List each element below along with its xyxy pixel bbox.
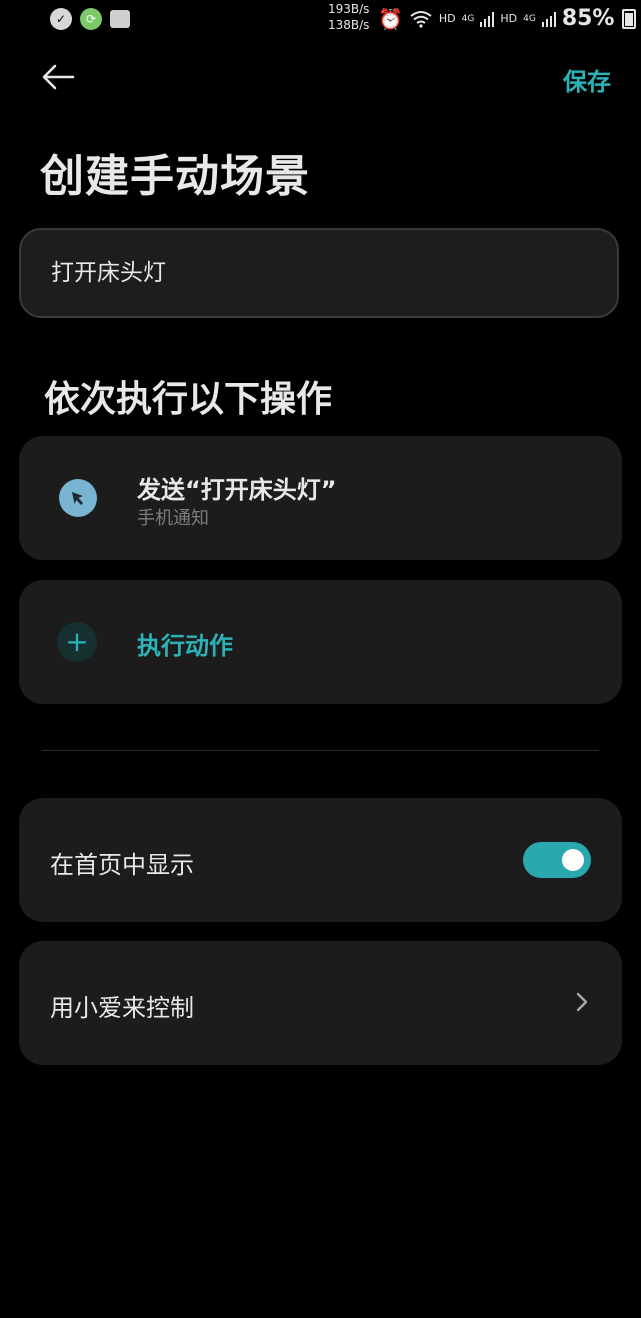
plus-icon: + <box>57 622 97 662</box>
notification-check-icon: ✓ <box>50 8 72 30</box>
add-action-label: 执行动作 <box>137 632 233 660</box>
sync-icon: ⟳ <box>80 8 102 30</box>
back-arrow-icon <box>42 64 75 90</box>
network-type-1: 4G <box>461 13 475 24</box>
toggle-knob <box>562 849 584 871</box>
xiaoai-control-label: 用小爱来控制 <box>50 994 194 1022</box>
scene-name-input[interactable]: 打开床头灯 <box>19 228 619 318</box>
pointer-icon <box>59 479 97 517</box>
battery-icon <box>622 8 637 29</box>
show-on-home-toggle[interactable] <box>523 842 591 878</box>
speed-up: 193B/s <box>328 2 370 16</box>
back-button[interactable] <box>36 60 80 100</box>
page-title: 创建手动场景 <box>40 151 310 202</box>
wifi-icon <box>410 10 432 28</box>
signal-icon-2 <box>541 11 556 27</box>
action-title: 发送“打开床头灯” <box>137 476 337 504</box>
chevron-right-icon <box>576 992 588 1012</box>
status-left-icons: ✓ ⟳ <box>50 8 130 30</box>
signal-icon <box>480 11 495 27</box>
network-type-2: 4G <box>523 13 536 24</box>
status-bar: ✓ ⟳ 193B/s 138B/s ⏰ HD 4G HD 4G 85% <box>0 0 641 40</box>
add-action-button[interactable]: + 执行动作 <box>19 580 622 704</box>
network-speed: 193B/s 138B/s <box>328 1 369 33</box>
show-on-home-row: 在首页中显示 <box>19 798 622 922</box>
action-subtitle: 手机通知 <box>137 508 209 529</box>
save-button[interactable]: 保存 <box>563 62 611 97</box>
xiaoai-control-row[interactable]: 用小爱来控制 <box>19 941 622 1065</box>
speed-down: 138B/s <box>328 18 370 32</box>
actions-section-title: 依次执行以下操作 <box>44 379 333 420</box>
divider <box>42 750 599 751</box>
show-on-home-label: 在首页中显示 <box>50 851 194 879</box>
status-right-icons: ⏰ HD 4G HD 4G 85% <box>378 6 637 31</box>
hd-label-1: HD <box>438 12 456 25</box>
action-item[interactable]: 发送“打开床头灯” 手机通知 <box>19 436 622 560</box>
hd-label-2: HD <box>500 12 518 25</box>
gallery-icon <box>110 10 130 28</box>
battery-percent: 85% <box>561 6 615 31</box>
alarm-icon: ⏰ <box>378 6 403 31</box>
